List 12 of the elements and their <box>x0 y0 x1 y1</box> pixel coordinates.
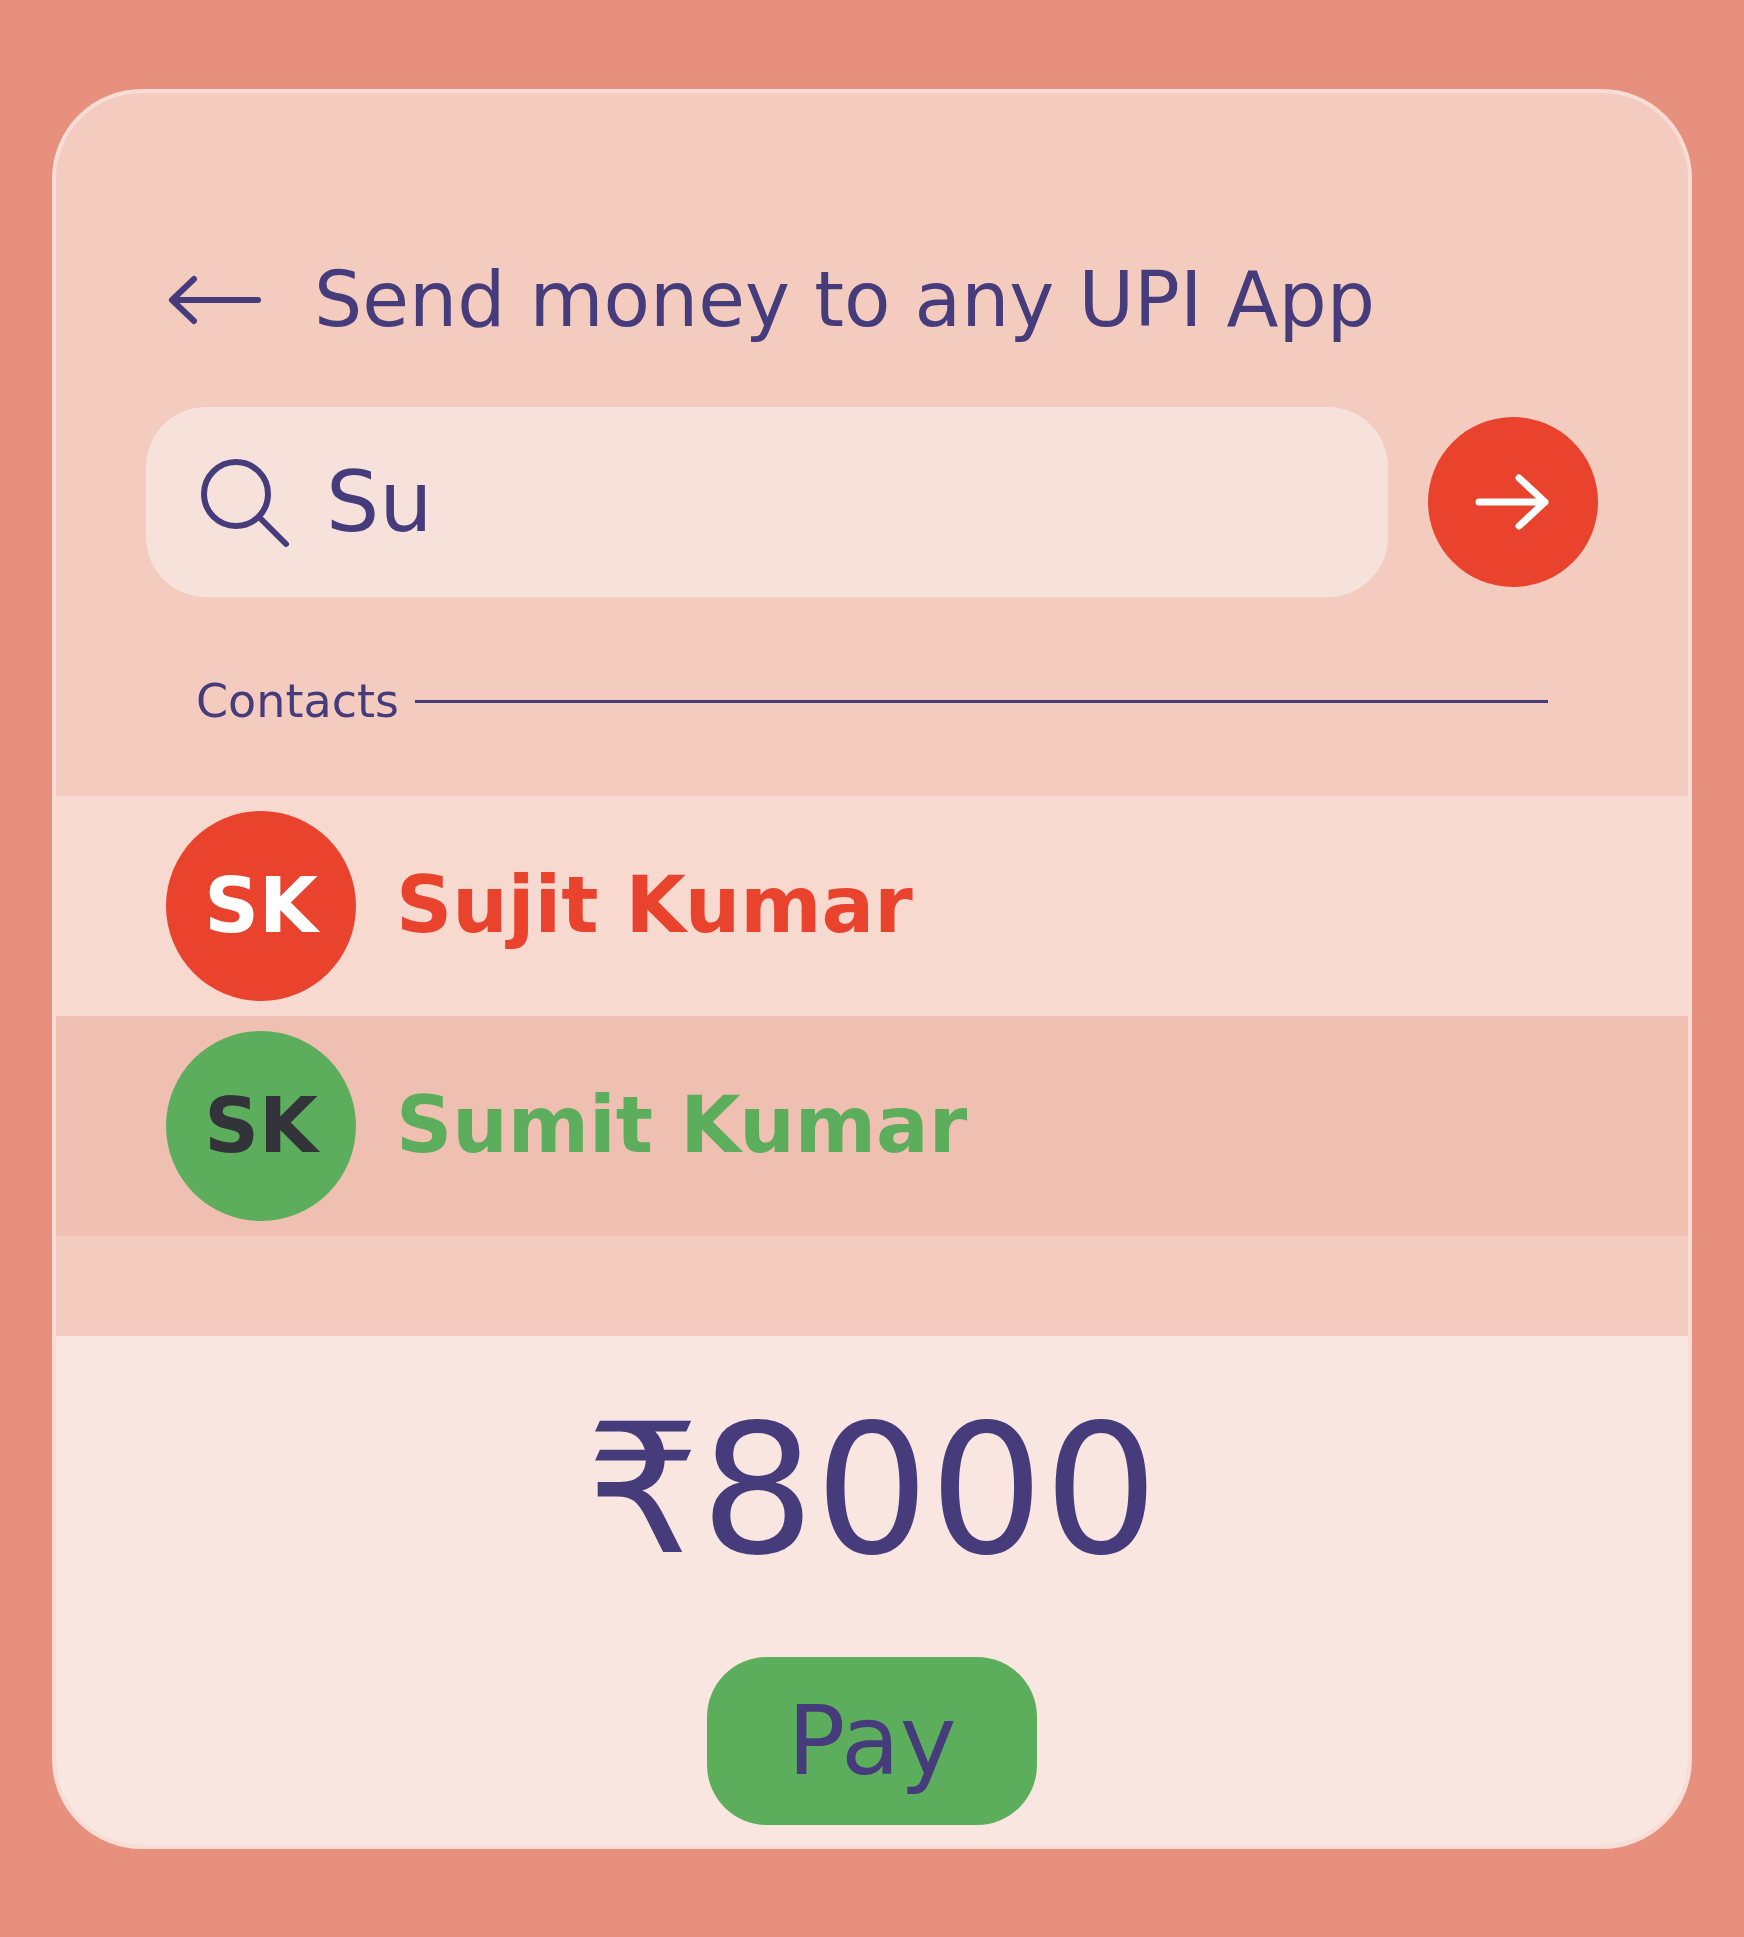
contact-row[interactable]: SK Sujit Kumar <box>56 795 1688 1016</box>
amount-text: ₹8000 <box>585 1384 1159 1596</box>
avatar-initials: SK <box>204 859 318 952</box>
screen-title: Send money to any UPI App <box>314 253 1375 346</box>
search-input[interactable]: Su <box>326 438 926 565</box>
avatar-initials: SK <box>204 1079 318 1172</box>
search-field[interactable]: Su <box>146 406 1388 597</box>
pay-button[interactable]: Pay <box>707 1657 1037 1825</box>
contact-name: Sujit Kumar <box>396 859 913 952</box>
contact-name: Sumit Kumar <box>396 1079 968 1172</box>
contacts-label: Contacts <box>196 672 399 730</box>
contact-row[interactable]: SK Sumit Kumar <box>56 1015 1688 1236</box>
